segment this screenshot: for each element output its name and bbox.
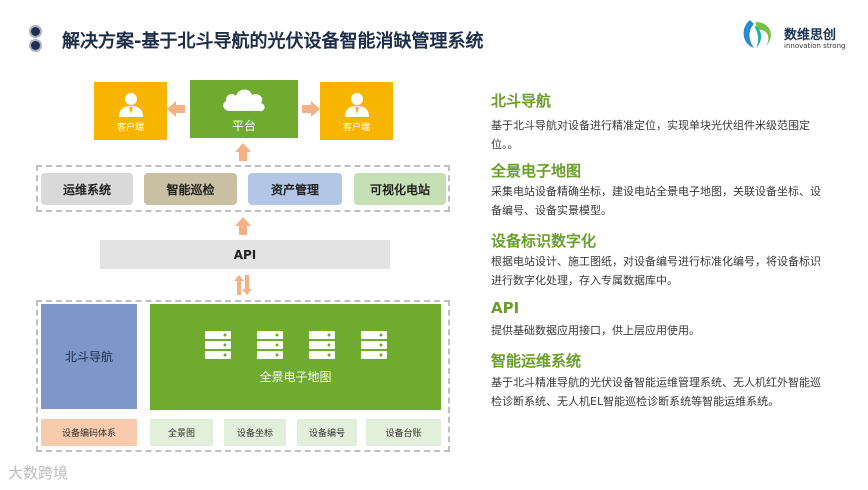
client-label-right: 客户端: [342, 122, 370, 133]
feature-title-beidou: 北斗导航: [491, 92, 552, 110]
watermark-text: 大数跨境: [8, 464, 69, 482]
bottom-item-ledger-label: 设备台账: [385, 429, 422, 439]
feature-title-map: 全景电子地图: [491, 162, 582, 180]
server-icon: [256, 330, 283, 359]
panorama-map-label: 全景电子地图: [259, 369, 332, 384]
user-icon: [344, 92, 369, 117]
company-logo-name: 数维思创: [784, 28, 837, 43]
arrow-up-icon: [235, 143, 251, 161]
cloud-icon: [223, 88, 265, 111]
company-logo-tagline: innovation strong: [784, 42, 846, 50]
page-title: 解决方案-基于北斗导航的光伏设备智能消缺管理系统: [62, 31, 484, 52]
client-box-left: 客户端: [94, 82, 167, 140]
bottom-item-number-label: 设备编号: [308, 429, 345, 439]
user-icon: [118, 92, 143, 117]
feature-title-digital-id: 设备标识数字化: [491, 232, 597, 250]
client-box-right: 客户端: [320, 82, 393, 140]
bottom-item-coords: 设备坐标: [224, 419, 286, 446]
arrow-left-icon: [167, 101, 185, 117]
api-label: API: [233, 247, 257, 262]
company-logo-icon: [743, 20, 771, 48]
platform-label: 平台: [231, 118, 256, 133]
panorama-map-box: 全景电子地图: [150, 304, 441, 410]
server-icon: [360, 330, 387, 359]
system-ops: 运维系统: [41, 173, 133, 205]
api-bar: API: [100, 240, 390, 269]
feature-title-smart-ops: 智能运维系统: [491, 352, 582, 370]
title-bullet-icon: [29, 25, 42, 54]
system-inspection-label: 智能巡检: [166, 182, 215, 197]
bottom-item-number: 设备编号: [297, 419, 357, 446]
feature-body-smart-ops: 基于北斗精准导航的光伏设备智能运维管理系统、无人机红外智能巡检诊断系统、无人机E…: [491, 376, 821, 408]
bottom-item-ledger: 设备台账: [366, 419, 441, 446]
system-visual-station: 可视化电站: [354, 173, 446, 205]
bidirectional-arrow-icon: [234, 275, 252, 295]
bottom-item-coding: 设备编码体系: [41, 419, 137, 446]
server-icon: [204, 330, 231, 359]
feature-body-digital-id: 根据电站设计、施工图纸，对设备编号进行标准化编号，将设备标识进行数字化处理，存入…: [491, 255, 821, 287]
client-label-left: 客户端: [116, 122, 144, 133]
beidou-label: 北斗导航: [64, 350, 113, 364]
feature-title-api: API: [491, 299, 520, 317]
feature-body-api: 提供基础数据应用接口，供上层应用使用。: [491, 324, 700, 337]
beidou-box: 北斗导航: [41, 304, 137, 409]
platform-box: 平台: [190, 80, 298, 138]
arrow-up-icon: [235, 217, 251, 235]
bottom-item-panorama-label: 全景图: [167, 429, 195, 439]
system-assets: 资产管理: [248, 173, 342, 205]
system-inspection: 智能巡检: [144, 173, 237, 205]
bottom-item-coding-label: 设备编码体系: [61, 429, 116, 439]
feature-body-map: 采集电站设备精确坐标，建设电站全景电子地图，关联设备坐标、设备编号、设备实景模型…: [491, 185, 821, 217]
system-ops-label: 运维系统: [62, 182, 111, 197]
bottom-item-panorama: 全景图: [150, 419, 213, 446]
system-assets-label: 资产管理: [270, 182, 319, 197]
arrow-right-icon: [302, 101, 320, 117]
server-icon: [308, 330, 335, 359]
bottom-item-coords-label: 设备坐标: [236, 429, 273, 439]
system-visual-station-label: 可视化电站: [369, 182, 430, 197]
feature-body-beidou: 基于北斗导航对设备进行精准定位，实现单块光伏组件米级范围定位。。: [491, 119, 810, 151]
